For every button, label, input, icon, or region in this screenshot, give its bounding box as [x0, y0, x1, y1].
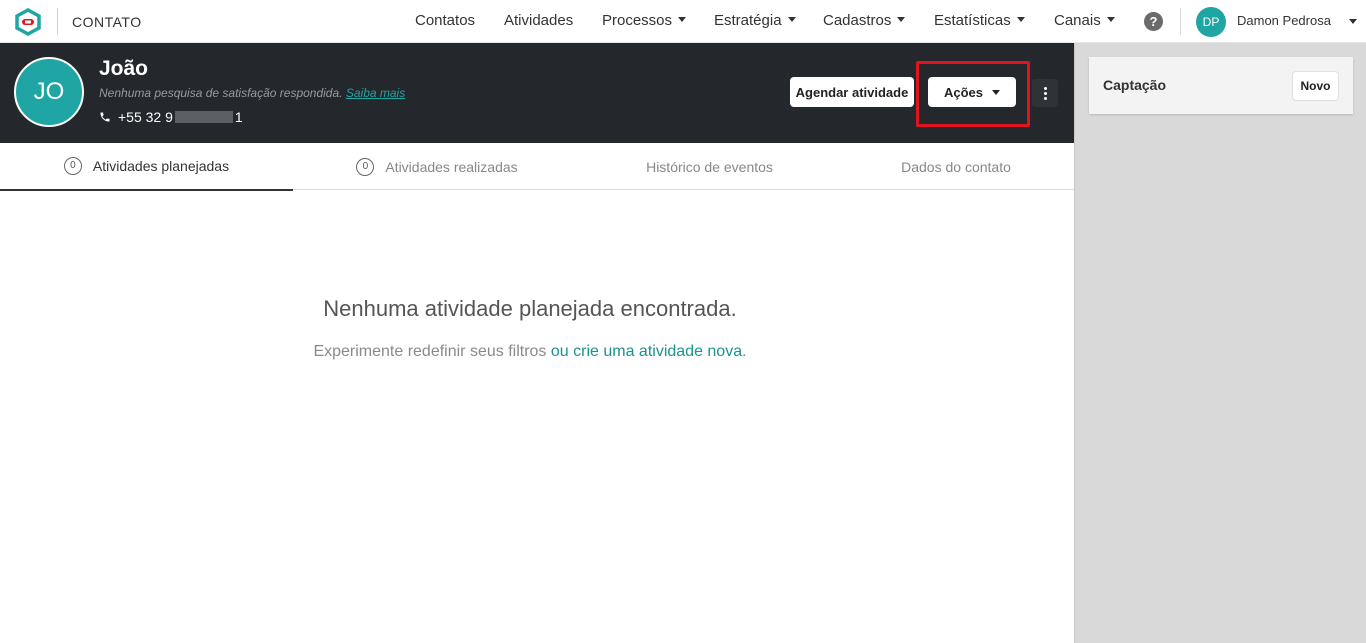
more-options-icon[interactable] [1032, 79, 1058, 107]
captacao-card: Captação Novo [1089, 57, 1353, 114]
chevron-down-icon [1016, 16, 1025, 22]
user-name[interactable]: Damon Pedrosa [1237, 13, 1331, 28]
chevron-down-icon [1106, 16, 1115, 22]
chevron-down-icon [897, 16, 906, 22]
schedule-activity-button[interactable]: Agendar atividade [790, 77, 914, 107]
tab-bar: 0 Atividades planejadas 0 Atividades rea… [0, 143, 1074, 191]
user-divider [1180, 8, 1181, 35]
tab-count-badge: 0 [63, 157, 82, 175]
nav-atividades[interactable]: Atividades [504, 12, 573, 29]
nav-processos[interactable]: Processos [602, 12, 687, 29]
tab-historico-eventos[interactable]: Histórico de eventos [581, 143, 838, 190]
tab-count-badge: 0 [356, 157, 375, 176]
create-activity-link[interactable]: ou crie uma atividade nova [551, 343, 742, 360]
tab-dados-contato[interactable]: Dados do contato [838, 143, 1074, 190]
tab-atividades-planejadas[interactable]: 0 Atividades planejadas [0, 143, 293, 191]
new-captacao-button[interactable]: Novo [1292, 71, 1339, 101]
contact-name: João [99, 57, 149, 80]
chevron-down-icon [678, 16, 687, 22]
contact-phone: +55 32 9 1 [99, 109, 243, 125]
nav-cadastros[interactable]: Cadastros [823, 12, 906, 29]
tab-atividades-realizadas[interactable]: 0 Atividades realizadas [293, 143, 581, 190]
top-navbar: CONTATO Contatos Atividades Processos Es… [0, 0, 1366, 43]
help-icon[interactable]: ? [1144, 12, 1163, 31]
highlight-annotation [916, 61, 1030, 127]
logo-divider [57, 8, 58, 35]
empty-state-subtitle: Experimente redefinir seus filtros ou cr… [313, 343, 747, 360]
logo-icon[interactable] [14, 8, 42, 36]
phone-icon [100, 112, 110, 122]
captacao-title: Captação [1103, 77, 1167, 93]
contact-header: JO João Nenhuma pesquisa de satisfação r… [0, 43, 1074, 143]
nav-estrategia[interactable]: Estratégia [714, 12, 796, 29]
right-sidebar: Captação Novo [1074, 43, 1366, 643]
nav-estatisticas[interactable]: Estatísticas [934, 12, 1025, 29]
phone-redaction [174, 111, 233, 123]
contact-avatar: JO [14, 57, 84, 127]
survey-status: Nenhuma pesquisa de satisfação respondid… [99, 86, 406, 100]
user-avatar[interactable]: DP [1196, 7, 1226, 37]
nav-contatos[interactable]: Contatos [415, 12, 475, 29]
nav-canais[interactable]: Canais [1054, 12, 1115, 29]
chevron-down-icon [787, 16, 796, 22]
survey-learn-more-link[interactable]: Saiba mais [346, 86, 405, 100]
user-menu-chevron-icon[interactable] [1349, 19, 1357, 24]
empty-state-title: Nenhuma atividade planejada encontrada. [323, 296, 737, 321]
app-title: CONTATO [72, 14, 142, 30]
